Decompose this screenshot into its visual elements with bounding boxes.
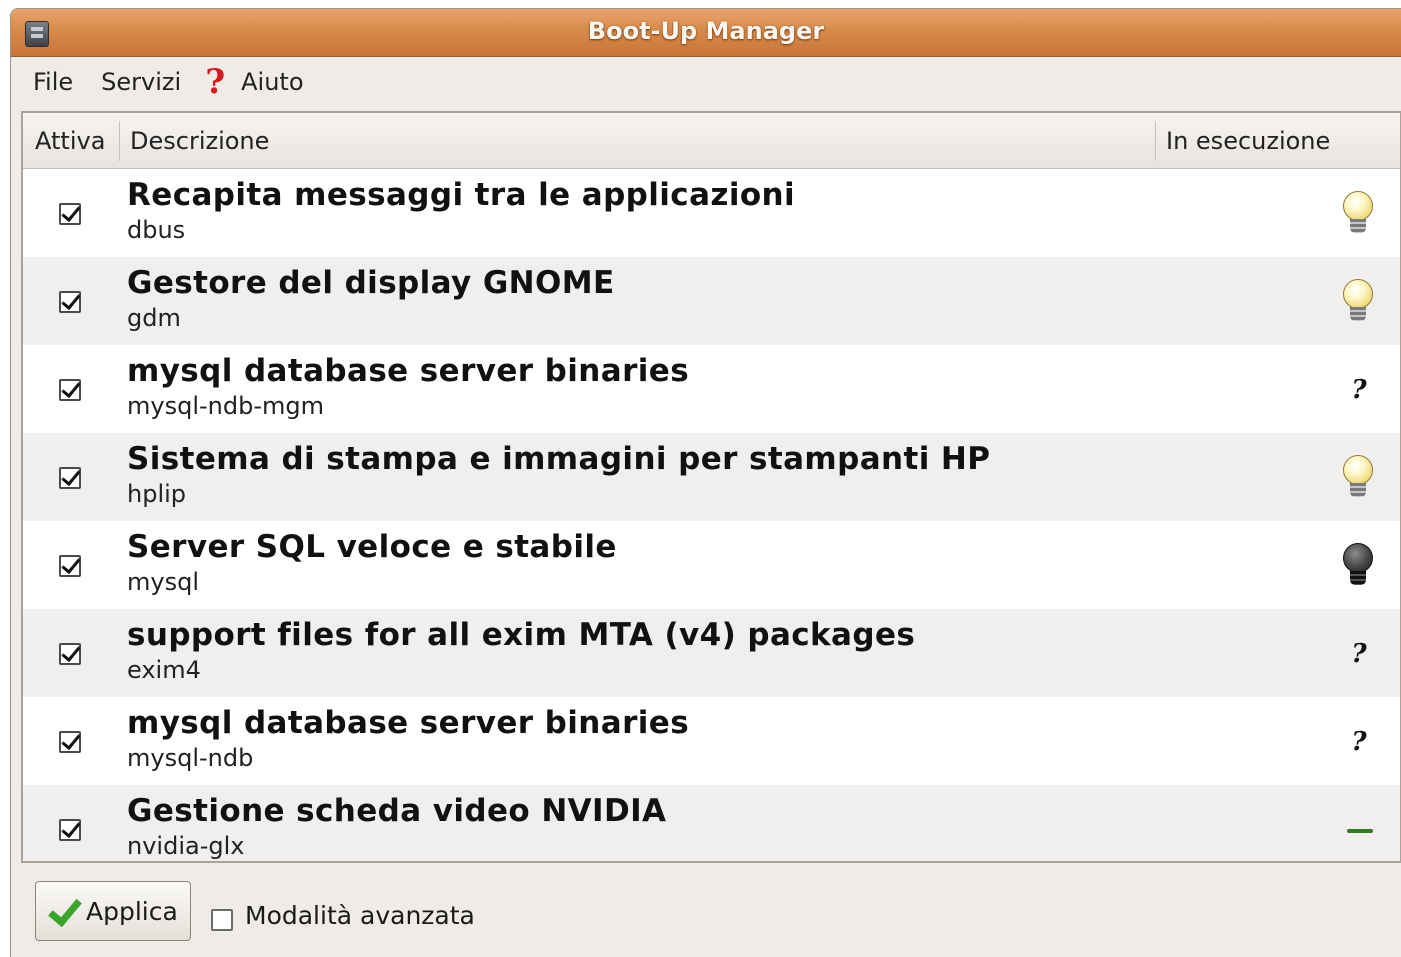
service-description: mysql database server binaries mysql-ndb… [127, 351, 689, 421]
menu-services[interactable]: Servizi [101, 68, 181, 96]
active-checkbox[interactable] [59, 555, 81, 577]
boot-up-manager-window: Boot-Up Manager File Servizi ? Aiuto Att… [10, 8, 1401, 957]
service-package: gdm [127, 304, 181, 332]
column-active[interactable]: Attiva [23, 127, 119, 155]
service-name: mysql database server binaries [127, 705, 690, 741]
column-description[interactable]: Descrizione [119, 120, 1155, 161]
active-checkbox[interactable] [59, 203, 81, 225]
service-row[interactable]: Server SQL veloce e stabile mysql [23, 521, 1400, 609]
service-name: Gestore del display GNOME [127, 265, 615, 301]
service-name: Gestione scheda video NVIDIA [127, 793, 667, 829]
service-package: mysql-ndb-mgm [127, 392, 324, 420]
service-package: hplip [127, 480, 187, 508]
service-description: support files for all exim MTA (v4) pack… [127, 615, 915, 685]
dash-icon [1339, 805, 1379, 855]
service-package: mysql-ndb [127, 744, 254, 772]
button-bar: Applica Modalità avanzata [11, 869, 1401, 957]
apply-button[interactable]: Applica [35, 881, 191, 941]
active-checkbox[interactable] [59, 379, 81, 401]
title-bar[interactable]: Boot-Up Manager [11, 9, 1401, 57]
service-description: Gestione scheda video NVIDIA nvidia-glx [127, 791, 666, 861]
column-running[interactable]: In esecuzione [1155, 120, 1400, 161]
question-icon: ? [1351, 727, 1367, 757]
service-row[interactable]: support files for all exim MTA (v4) pack… [23, 609, 1400, 697]
help-icon[interactable]: ? [205, 65, 225, 99]
menu-bar: File Servizi ? Aiuto [11, 57, 1401, 107]
apply-button-label: Applica [86, 896, 178, 926]
service-package: nvidia-glx [127, 832, 245, 860]
service-name: Sistema di stampa e immagini per stampan… [127, 441, 991, 477]
service-row[interactable]: Gestore del display GNOME gdm [23, 257, 1400, 345]
service-description: mysql database server binaries mysql-ndb [127, 703, 689, 773]
service-description: Gestore del display GNOME gdm [127, 263, 615, 333]
menu-file[interactable]: File [33, 68, 73, 96]
active-checkbox[interactable] [59, 731, 81, 753]
service-name: mysql database server binaries [127, 353, 690, 389]
lightbulb-on-icon [1339, 277, 1379, 327]
service-row[interactable]: Gestione scheda video NVIDIA nvidia-glx [23, 785, 1400, 861]
service-row[interactable]: mysql database server binaries mysql-ndb… [23, 345, 1400, 433]
service-description: Sistema di stampa e immagini per stampan… [127, 439, 990, 509]
list-rows: Recapita messaggi tra le applicazioni db… [23, 169, 1400, 861]
lightbulb-off-icon [1339, 541, 1379, 591]
service-package: mysql [127, 568, 199, 596]
service-name: Server SQL veloce e stabile [127, 529, 617, 565]
services-list[interactable]: Attiva Descrizione In esecuzione Recapit… [21, 111, 1401, 863]
service-package: exim4 [127, 656, 201, 684]
service-row[interactable]: Sistema di stampa e immagini per stampan… [23, 433, 1400, 521]
question-icon: ? [1351, 639, 1367, 669]
advanced-mode-checkbox[interactable] [211, 909, 233, 931]
service-description: Server SQL veloce e stabile mysql [127, 527, 617, 597]
window-title: Boot-Up Manager [587, 17, 825, 45]
lightbulb-on-icon [1339, 189, 1379, 239]
lightbulb-on-icon [1339, 453, 1379, 503]
active-checkbox[interactable] [59, 819, 81, 841]
service-name: support files for all exim MTA (v4) pack… [127, 617, 916, 653]
service-package: dbus [127, 216, 186, 244]
service-name: Recapita messaggi tra le applicazioni [127, 177, 796, 213]
active-checkbox[interactable] [59, 643, 81, 665]
service-row[interactable]: Recapita messaggi tra le applicazioni db… [23, 169, 1400, 257]
active-checkbox[interactable] [59, 291, 81, 313]
list-header: Attiva Descrizione In esecuzione [23, 113, 1400, 169]
service-description: Recapita messaggi tra le applicazioni db… [127, 175, 795, 245]
active-checkbox[interactable] [59, 467, 81, 489]
check-icon [46, 896, 80, 926]
service-row[interactable]: mysql database server binaries mysql-ndb… [23, 697, 1400, 785]
menu-help[interactable]: Aiuto [241, 68, 303, 96]
advanced-mode-label[interactable]: Modalità avanzata [245, 901, 475, 930]
question-icon: ? [1351, 375, 1367, 405]
